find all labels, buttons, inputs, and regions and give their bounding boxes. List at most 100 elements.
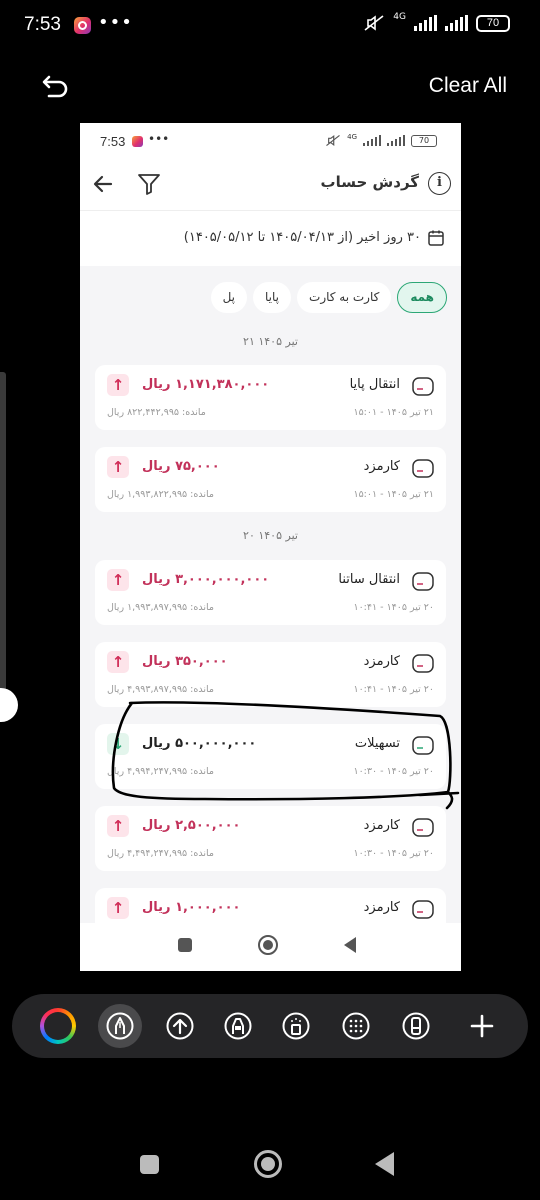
pen-tool-icon[interactable] <box>98 1004 142 1048</box>
transaction-title: تسهیلات <box>354 736 400 751</box>
day-header: ۲۰ تیر ۱۴۰۵ <box>243 529 298 542</box>
clear-all-button[interactable]: Clear All <box>429 74 507 98</box>
page-title: گردش حساب <box>320 173 419 191</box>
back-triangle-icon[interactable] <box>375 1152 394 1176</box>
marker-tool-icon[interactable] <box>216 1004 260 1048</box>
signal-icon <box>414 15 437 31</box>
mute-icon <box>364 15 384 31</box>
transaction-amount: ۱,۰۰۰,۰۰۰ ریال <box>142 900 241 915</box>
transaction-amount: ۳,۰۰۰,۰۰۰,۰۰۰ ریال <box>142 572 270 587</box>
mosaic-tool-icon[interactable] <box>334 1004 378 1048</box>
transaction-title: کارمزد <box>363 654 400 669</box>
arrow-up-icon: ↑ <box>107 897 129 919</box>
arrow-up-icon: ↑ <box>107 651 129 673</box>
calendar-icon <box>428 230 444 246</box>
transaction-amount: ۲,۵۰۰,۰۰۰ ریال <box>142 818 241 833</box>
transaction-balance: مانده: ۸۲۲,۴۴۲,۹۹۵ ریال <box>107 407 206 418</box>
home-icon[interactable] <box>258 935 278 955</box>
transaction-card[interactable]: کارمزد ۳۵۰,۰۰۰ ریال ↑ ۲۰ تیر ۱۴۰۵ - ۱۰:۴… <box>95 642 446 707</box>
signal-icon <box>363 135 381 146</box>
transaction-datetime: ۲۰ تیر ۱۴۰۵ - ۱۰:۳۰ <box>353 848 434 859</box>
arrow-down-icon: ↓ <box>107 733 129 755</box>
arrow-up-icon: ↑ <box>107 456 129 478</box>
transaction-amount: ۱,۱۷۱,۳۸۰,۰۰۰ ریال <box>142 377 270 392</box>
card-icon <box>412 377 434 396</box>
date-range-text: ۳۰ روز اخیر (از ۱۴۰۵/۰۴/۱۳ تا ۱۴۰۵/۰۵/۱۲… <box>183 230 421 245</box>
more-notifications-icon: ••• <box>148 132 170 146</box>
transaction-balance: مانده: ۴,۴۹۴,۲۴۷,۹۹۵ ریال <box>107 848 214 859</box>
back-arrow-icon[interactable] <box>92 173 114 195</box>
chip-paya[interactable]: پایا <box>253 282 292 313</box>
battery-icon: 70 <box>476 14 510 32</box>
inner-nav-bar <box>80 923 461 971</box>
more-notifications-icon: ••• <box>98 12 133 33</box>
transaction-card[interactable]: کارمزد ۷۵,۰۰۰ ریال ↑ ۲۱ تیر ۱۴۰۵ - ۱۵:۰۱… <box>95 447 446 512</box>
transaction-amount: ۷۵,۰۰۰ ریال <box>142 459 220 474</box>
filter-icon[interactable] <box>136 171 162 197</box>
eraser-tool-icon[interactable] <box>394 1004 438 1048</box>
transaction-balance: مانده: ۴,۹۹۳,۸۹۷,۹۹۵ ریال <box>107 684 214 695</box>
arrow-up-icon: ↑ <box>107 569 129 591</box>
arrow-tool-icon[interactable] <box>158 1004 202 1048</box>
info-icon[interactable]: i <box>428 172 451 195</box>
add-icon[interactable] <box>460 1004 504 1048</box>
undo-icon[interactable] <box>40 70 72 102</box>
color-picker-icon[interactable] <box>40 1008 76 1044</box>
transaction-balance: مانده: ۱,۹۹۳,۸۹۷,۹۹۵ ریال <box>107 602 214 613</box>
day-header: ۲۱ تیر ۱۴۰۵ <box>243 335 298 348</box>
transaction-amount: ۳۵۰,۰۰۰ ریال <box>142 654 228 669</box>
outer-time: 7:53 <box>24 14 61 35</box>
card-icon <box>412 736 434 755</box>
chip-pol[interactable]: پل <box>210 282 248 313</box>
transaction-title: کارمزد <box>363 900 400 915</box>
transaction-datetime: ۲۰ تیر ۱۴۰۵ - ۱۰:۴۱ <box>353 602 434 613</box>
transaction-card[interactable]: انتقال ساتنا ۳,۰۰۰,۰۰۰,۰۰۰ ریال ↑ ۲۰ تیر… <box>95 560 446 625</box>
chip-card-to-card[interactable]: کارت به کارت <box>297 282 392 313</box>
back-triangle-icon[interactable] <box>344 937 356 953</box>
phone-preview: 7:53 ••• 4G 70 گردش حساب i ۳۰ روز اخیر (… <box>80 123 461 971</box>
network-type-label: 4G <box>347 132 357 141</box>
side-knob[interactable] <box>0 688 18 722</box>
inner-status-bar: 7:53 ••• 4G 70 <box>80 123 461 159</box>
transaction-title: کارمزد <box>363 818 400 833</box>
signal-icon-2 <box>387 135 405 146</box>
instagram-notification-icon <box>74 17 91 34</box>
battery-icon: 70 <box>411 134 437 147</box>
transaction-datetime: ۲۰ تیر ۱۴۰۵ - ۱۰:۴۱ <box>353 684 434 695</box>
transaction-title: کارمزد <box>363 459 400 474</box>
date-range-row[interactable]: ۳۰ روز اخیر (از ۱۴۰۵/۰۴/۱۳ تا ۱۴۰۵/۰۵/۱۲… <box>80 212 461 266</box>
transaction-balance: مانده: ۱,۹۹۳,۸۲۲,۹۹۵ ریال <box>107 489 214 500</box>
inner-status-icons: 4G 70 <box>325 132 437 147</box>
transaction-title: انتقال ساتنا <box>338 572 400 587</box>
card-icon <box>412 572 434 591</box>
transaction-datetime: ۲۱ تیر ۱۴۰۵ - ۱۵:۰۱ <box>353 407 434 418</box>
spray-tool-icon[interactable] <box>274 1004 318 1048</box>
outer-status-icons: 4G 70 <box>363 12 510 32</box>
transaction-card[interactable]: انتقال پایا ۱,۱۷۱,۳۸۰,۰۰۰ ریال ↑ ۲۱ تیر … <box>95 365 446 430</box>
filter-chips: همه کارت به کارت پایا پل <box>210 282 447 313</box>
transaction-title: انتقال پایا <box>349 377 400 392</box>
card-icon <box>412 459 434 478</box>
chip-all[interactable]: همه <box>397 282 447 313</box>
transaction-balance: مانده: ۴,۹۹۴,۲۴۷,۹۹۵ ریال <box>107 766 214 777</box>
recents-icon[interactable] <box>140 1155 159 1174</box>
card-icon <box>412 900 434 919</box>
drawing-toolbar <box>12 994 528 1058</box>
home-icon[interactable] <box>254 1150 282 1178</box>
transaction-datetime: ۲۰ تیر ۱۴۰۵ - ۱۰:۳۰ <box>353 766 434 777</box>
inner-time: 7:53 <box>100 134 126 149</box>
app-header: گردش حساب i <box>80 159 461 211</box>
network-type-label: 4G <box>393 12 406 22</box>
arrow-up-icon: ↑ <box>107 815 129 837</box>
side-scroll-handle[interactable] <box>0 372 6 692</box>
transaction-card[interactable]: تسهیلات ۵۰۰,۰۰۰,۰۰۰ ریال ↓ ۲۰ تیر ۱۴۰۵ -… <box>95 724 446 789</box>
card-icon <box>412 654 434 673</box>
transaction-card[interactable]: کارمزد ۲,۵۰۰,۰۰۰ ریال ↑ ۲۰ تیر ۱۴۰۵ - ۱۰… <box>95 806 446 871</box>
mute-icon <box>326 134 340 147</box>
transactions-list: همه کارت به کارت پایا پل ۲۱ تیر ۱۴۰۵ انت… <box>80 266 461 953</box>
transaction-amount: ۵۰۰,۰۰۰,۰۰۰ ریال <box>142 736 257 751</box>
instagram-notification-icon <box>132 136 143 147</box>
transaction-datetime: ۲۱ تیر ۱۴۰۵ - ۱۵:۰۱ <box>353 489 434 500</box>
outer-status-bar: 7:53 ••• 4G 70 <box>0 0 540 50</box>
recents-icon[interactable] <box>178 938 192 952</box>
